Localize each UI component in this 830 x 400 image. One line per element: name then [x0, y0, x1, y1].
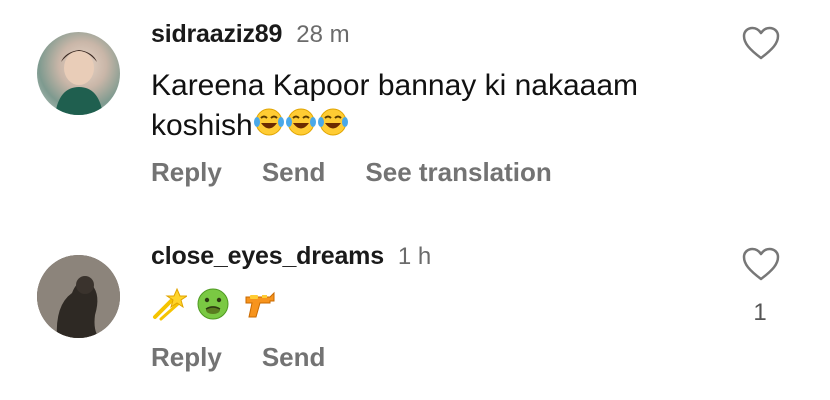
avatar[interactable]	[37, 255, 120, 338]
username[interactable]: close_eyes_dreams	[151, 242, 384, 271]
comment-text-line: koshish	[151, 106, 711, 148]
comment-item: sidraaziz89 28 m Kareena Kapoor bannay k…	[0, 0, 830, 215]
nauseated-face-emoji	[195, 287, 231, 332]
comment-item: close_eyes_dreams 1 h Reply Send 1	[0, 225, 830, 400]
comment-text	[151, 287, 711, 332]
comment-actions: Reply Send	[151, 342, 325, 373]
heart-icon[interactable]	[741, 246, 781, 282]
comment-text-line: Kareena Kapoor bannay ki nakaaam	[151, 69, 639, 102]
laughing-tears-emoji	[317, 107, 349, 148]
water-pistol-emoji	[240, 287, 278, 332]
avatar[interactable]	[37, 32, 120, 115]
like-count: 1	[753, 299, 767, 326]
reply-button[interactable]: Reply	[151, 342, 222, 373]
comment-text-word: koshish	[151, 109, 253, 142]
comment-header: close_eyes_dreams 1 h	[151, 242, 431, 271]
laughing-tears-emoji	[285, 107, 317, 148]
heart-icon[interactable]	[741, 25, 781, 61]
see-translation-button[interactable]: See translation	[365, 157, 551, 188]
reply-button[interactable]: Reply	[151, 157, 222, 188]
laughing-tears-emoji	[253, 107, 285, 148]
comment-text: Kareena Kapoor bannay ki nakaaam koshish	[151, 66, 711, 148]
avatar-image	[55, 50, 103, 115]
avatar-image	[37, 255, 120, 338]
send-button[interactable]: Send	[262, 157, 326, 188]
username[interactable]: sidraaziz89	[151, 20, 282, 49]
comment-actions: Reply Send See translation	[151, 157, 552, 188]
timestamp: 1 h	[397, 243, 432, 270]
send-button[interactable]: Send	[262, 342, 326, 373]
timestamp: 28 m	[296, 21, 350, 48]
dizzy-star-emoji	[151, 287, 189, 332]
comment-header: sidraaziz89 28 m	[151, 20, 350, 49]
